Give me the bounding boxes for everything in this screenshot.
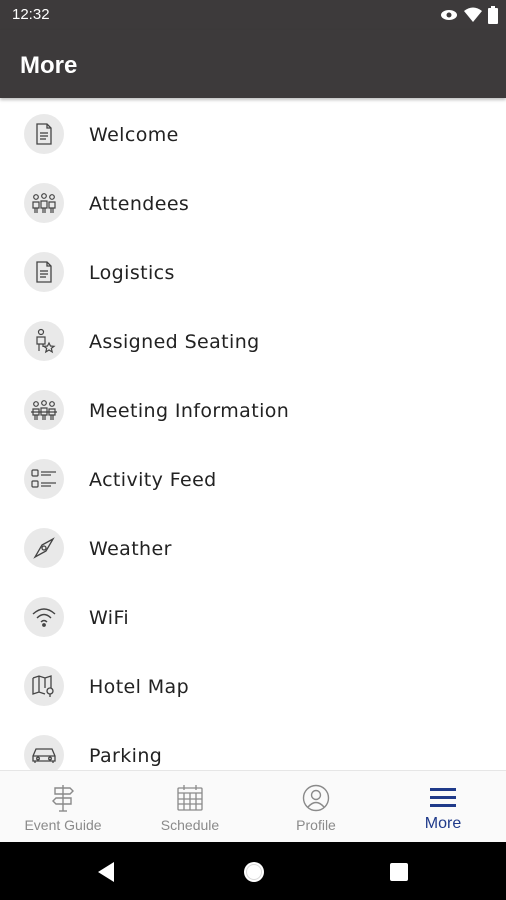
recents-icon[interactable] [385, 858, 413, 886]
compass-icon [24, 528, 64, 568]
status-bar: 12:32 [0, 0, 506, 30]
home-icon[interactable] [240, 858, 268, 886]
menu-item-logistics[interactable]: Logistics [0, 238, 506, 307]
menu-item-label: Weather [89, 538, 172, 560]
seating-icon [24, 321, 64, 361]
more-menu-list[interactable]: Welcome Attendees Logistics Assigned Sea… [0, 100, 506, 770]
signpost-icon [48, 783, 78, 813]
profile-icon [301, 783, 331, 813]
menu-item-parking[interactable]: Parking [0, 721, 506, 770]
list-icon [24, 459, 64, 499]
menu-item-label: Welcome [89, 124, 179, 146]
menu-item-welcome[interactable]: Welcome [0, 100, 506, 169]
status-icons [440, 6, 498, 29]
document-icon [24, 114, 64, 154]
menu-item-label: Logistics [89, 262, 175, 284]
battery-icon [488, 6, 498, 29]
tab-more[interactable]: More [380, 771, 506, 843]
menu-item-label: Meeting Information [89, 400, 290, 422]
tab-label: Schedule [160, 817, 220, 833]
menu-item-assigned-seating[interactable]: Assigned Seating [0, 307, 506, 376]
tab-label: Profile [296, 817, 336, 833]
menu-item-wifi[interactable]: WiFi [0, 583, 506, 652]
menu-item-weather[interactable]: Weather [0, 514, 506, 583]
tab-label: More [424, 815, 462, 832]
tab-schedule[interactable]: Schedule [127, 771, 253, 843]
wifi-icon [24, 597, 64, 637]
menu-item-label: WiFi [89, 607, 130, 629]
bottom-navigation: Event Guide Schedule Profile More [0, 770, 506, 843]
car-icon [24, 735, 64, 770]
menu-item-label: Parking [89, 745, 163, 767]
menu-item-activity-feed[interactable]: Activity Feed [0, 445, 506, 514]
calendar-icon [175, 783, 205, 813]
eye-icon [440, 8, 458, 27]
people-group-icon [24, 390, 64, 430]
menu-item-hotel-map[interactable]: Hotel Map [0, 652, 506, 721]
system-navigation-bar [0, 842, 506, 900]
page-title: More [20, 52, 78, 79]
people-group-icon [24, 183, 64, 223]
menu-item-label: Activity Feed [89, 469, 217, 491]
status-time: 12:32 [12, 6, 50, 23]
tab-label: Event Guide [24, 817, 102, 833]
app-bar: More [0, 30, 506, 98]
wifi-icon [464, 7, 482, 28]
menu-item-meeting-information[interactable]: Meeting Information [0, 376, 506, 445]
menu-item-label: Hotel Map [89, 676, 190, 698]
tab-event-guide[interactable]: Event Guide [0, 771, 126, 843]
document-icon [24, 252, 64, 292]
menu-item-attendees[interactable]: Attendees [0, 169, 506, 238]
tab-profile[interactable]: Profile [253, 771, 379, 843]
map-pin-icon [24, 666, 64, 706]
menu-item-label: Assigned Seating [89, 331, 260, 353]
menu-item-label: Attendees [89, 193, 190, 215]
hamburger-menu-icon [428, 783, 458, 813]
back-icon[interactable] [92, 858, 120, 886]
